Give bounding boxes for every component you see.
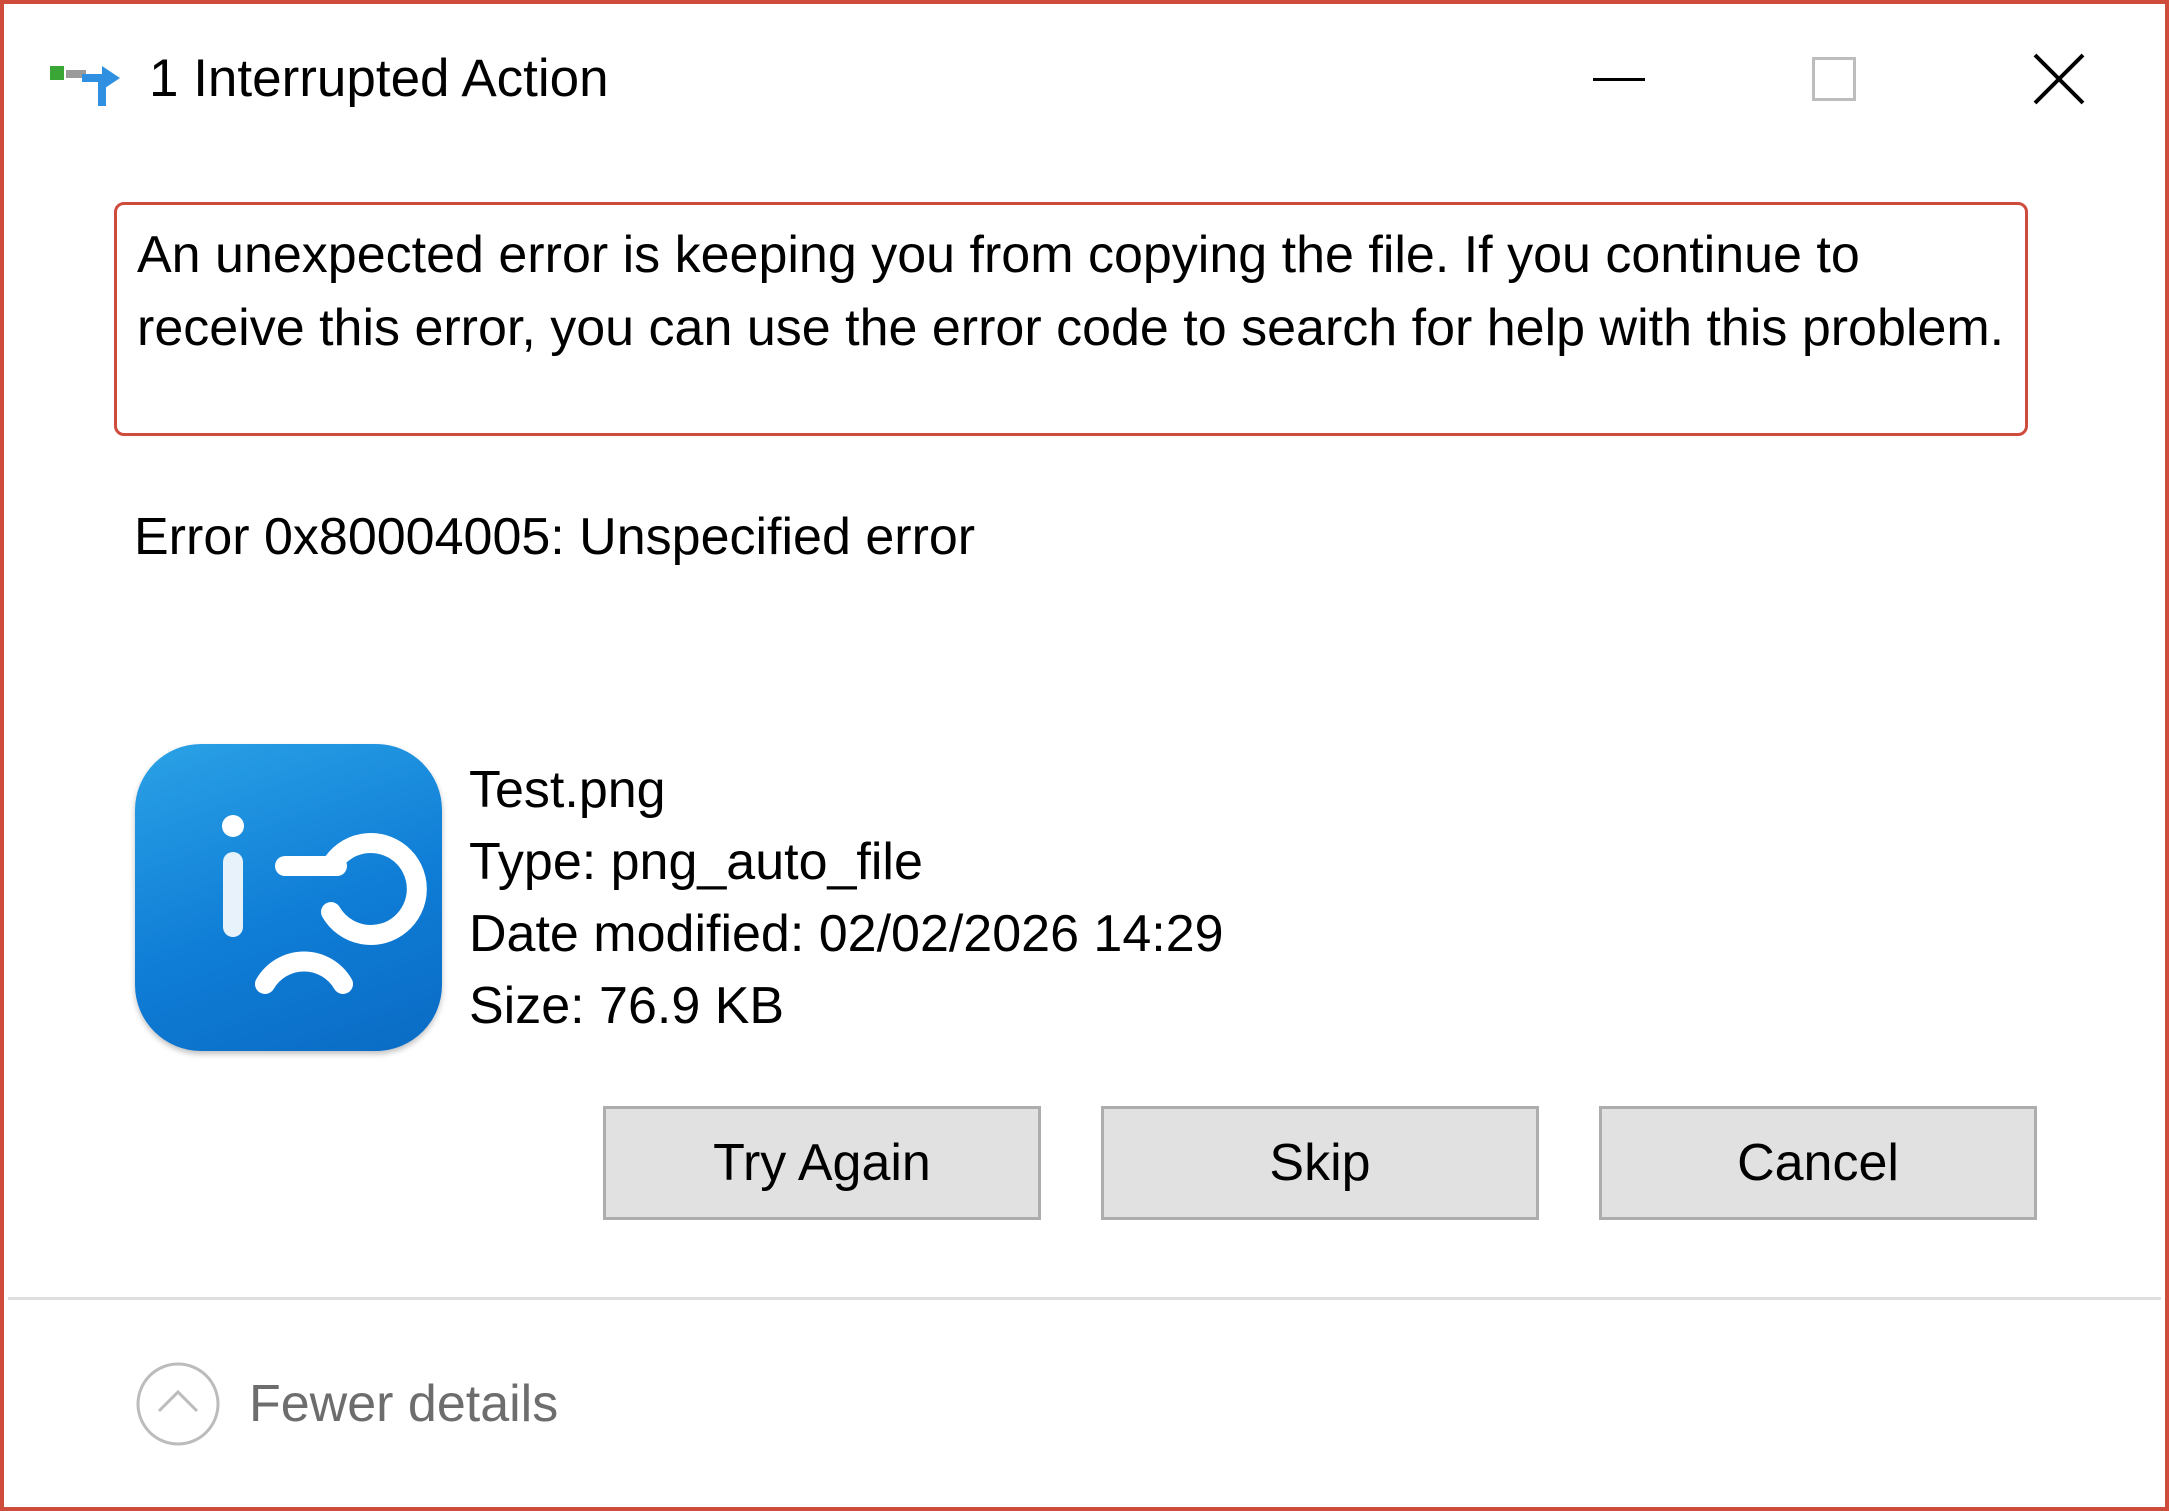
error-message: An unexpected error is keeping you from … [137, 226, 2005, 357]
error-code: Error 0x80004005: Unspecified error [134, 508, 976, 566]
minimize-button[interactable] [1514, 4, 1724, 154]
title-bar[interactable]: 1 Interrupted Action [4, 4, 2165, 154]
maximize-icon [1812, 57, 1856, 101]
file-type: Type: png_auto_file [469, 833, 923, 891]
cancel-button[interactable]: Cancel [1599, 1106, 2037, 1220]
error-message-highlight: An unexpected error is keeping you from … [114, 202, 2028, 436]
skip-button[interactable]: Skip [1101, 1106, 1539, 1220]
file-date-modified: Date modified: 02/02/2026 14:29 [469, 905, 1224, 963]
fewer-details-label: Fewer details [249, 1375, 559, 1433]
window-title: 1 Interrupted Action [149, 49, 609, 108]
minimize-icon [1593, 77, 1645, 81]
fewer-details-toggle[interactable]: Fewer details [135, 1361, 558, 1447]
interrupted-action-dialog: 1 Interrupted Action An unexpected error… [0, 0, 2169, 1511]
image-glass-app-icon [135, 744, 442, 1051]
try-again-button[interactable]: Try Again [603, 1106, 1041, 1220]
maximize-button[interactable] [1729, 4, 1939, 154]
file-name: Test.png [469, 761, 666, 819]
file-copy-icon [50, 66, 120, 106]
footer-divider [8, 1297, 2161, 1300]
file-size: Size: 76.9 KB [469, 977, 785, 1035]
close-icon [2033, 53, 2085, 105]
chevron-up-circle-icon [136, 1362, 220, 1446]
close-button[interactable] [1954, 4, 2164, 154]
